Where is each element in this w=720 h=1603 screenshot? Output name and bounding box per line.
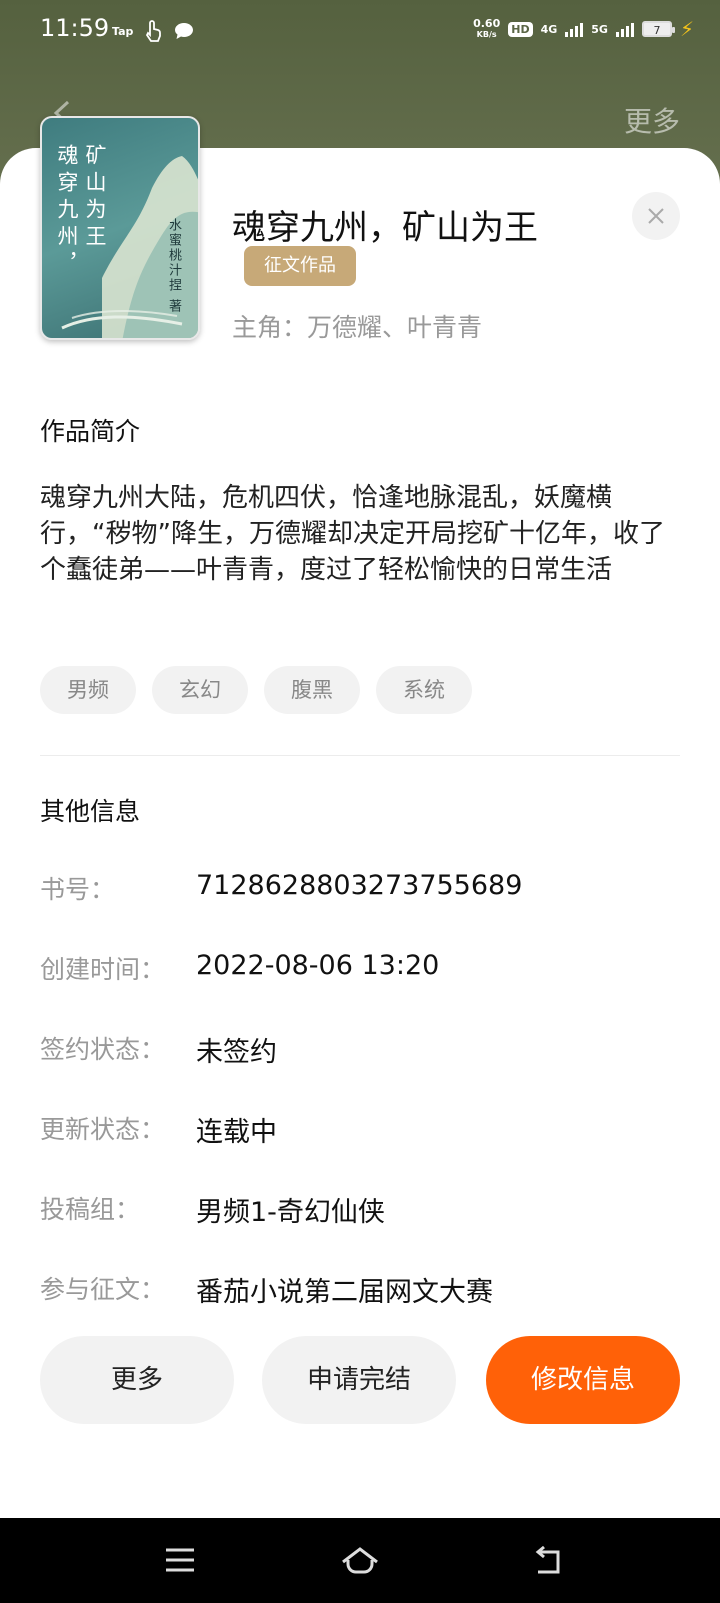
home-icon[interactable] — [340, 1546, 380, 1576]
genre-tag[interactable]: 玄幻 — [152, 666, 248, 714]
info-value: 连载中 — [196, 1117, 277, 1148]
more-button[interactable]: 更多 — [40, 1336, 234, 1424]
info-label: 投稿组： — [40, 1195, 141, 1224]
intro-text: 魂穿九州大陆，危机四伏，恰逢地脉混乱，妖魔横行，“秽物”降生，万德耀却决定开局挖… — [40, 483, 665, 585]
tap-icon: Tap — [112, 24, 134, 38]
signal-4g-icon — [565, 21, 584, 37]
status-system-icons: 0.60 KB/s HD 4G 5G 7 ⚡ — [473, 18, 694, 40]
book-info-sheet — [0, 148, 720, 1518]
info-label: 书号： — [40, 875, 116, 904]
chat-bubble-icon — [175, 23, 194, 39]
touch-icon — [146, 20, 162, 42]
contest-badge: 征文作品 — [244, 246, 356, 286]
info-row-book-id: 书号： 7128628803273755689 — [40, 870, 680, 910]
cover-title-col2: 矿山为王 — [83, 144, 107, 252]
hd-icon: HD — [508, 21, 533, 37]
info-row-contract: 签约状态： 未签约 — [40, 1030, 680, 1070]
genre-tag[interactable]: 男频 — [40, 666, 136, 714]
close-icon — [648, 208, 664, 224]
other-info-heading: 其他信息 — [40, 797, 141, 826]
cover-author: 水蜜桃汁捏 著 — [166, 218, 181, 315]
status-time: 11:59 — [40, 14, 110, 42]
protagonist-text: 主角：万德耀、叶青青 — [232, 313, 483, 342]
info-row-contest: 参与征文： 番茄小说第二届网文大赛 — [40, 1270, 680, 1310]
cover-title-col1: 魂穿九州， — [55, 144, 79, 279]
menu-icon[interactable] — [164, 1546, 196, 1574]
system-nav-bar — [0, 1518, 720, 1603]
charging-bolt-icon: ⚡ — [679, 17, 694, 41]
header-more-link[interactable]: 更多 — [624, 100, 680, 140]
apply-finish-button[interactable]: 申请完结 — [262, 1336, 456, 1424]
info-label: 参与征文： — [40, 1275, 166, 1304]
genre-tag-list: 男频 玄幻 腹黑 系统 — [40, 666, 472, 714]
close-button[interactable] — [632, 192, 680, 240]
battery-icon: 7 — [641, 21, 675, 37]
signal-5g-icon — [615, 21, 634, 37]
book-cover: 魂穿九州， 矿山为王 水蜜桃汁捏 著 — [40, 116, 200, 340]
edit-info-button[interactable]: 修改信息 — [486, 1336, 680, 1424]
network-5g-label: 5G — [591, 22, 608, 36]
info-label: 更新状态： — [40, 1115, 166, 1144]
info-label: 创建时间： — [40, 955, 166, 984]
book-title: 魂穿九州，矿山为王 — [232, 208, 538, 248]
info-row-submission-group: 投稿组： 男频1-奇幻仙侠 — [40, 1190, 680, 1230]
info-value: 7128628803273755689 — [196, 870, 523, 901]
info-value: 番茄小说第二届网文大赛 — [196, 1277, 493, 1308]
info-value: 2022-08-06 13:20 — [196, 950, 440, 981]
info-value: 未签约 — [196, 1037, 277, 1068]
status-bar: 11:59 Tap 0.60 KB/s HD 4G 5G 7 ⚡ — [0, 0, 720, 62]
info-value: 男频1-奇幻仙侠 — [196, 1197, 385, 1228]
net-speed: 0.60 KB/s — [473, 17, 501, 39]
status-notification-icons: Tap — [112, 20, 195, 42]
back-icon[interactable] — [532, 1546, 566, 1576]
info-row-created: 创建时间： 2022-08-06 13:20 — [40, 950, 680, 990]
section-divider — [40, 755, 680, 756]
genre-tag[interactable]: 腹黑 — [264, 666, 360, 714]
info-row-update-status: 更新状态： 连载中 — [40, 1110, 680, 1150]
info-label: 签约状态： — [40, 1035, 166, 1064]
genre-tag[interactable]: 系统 — [376, 666, 472, 714]
intro-heading: 作品简介 — [40, 417, 141, 446]
network-4g-label: 4G — [540, 22, 558, 36]
